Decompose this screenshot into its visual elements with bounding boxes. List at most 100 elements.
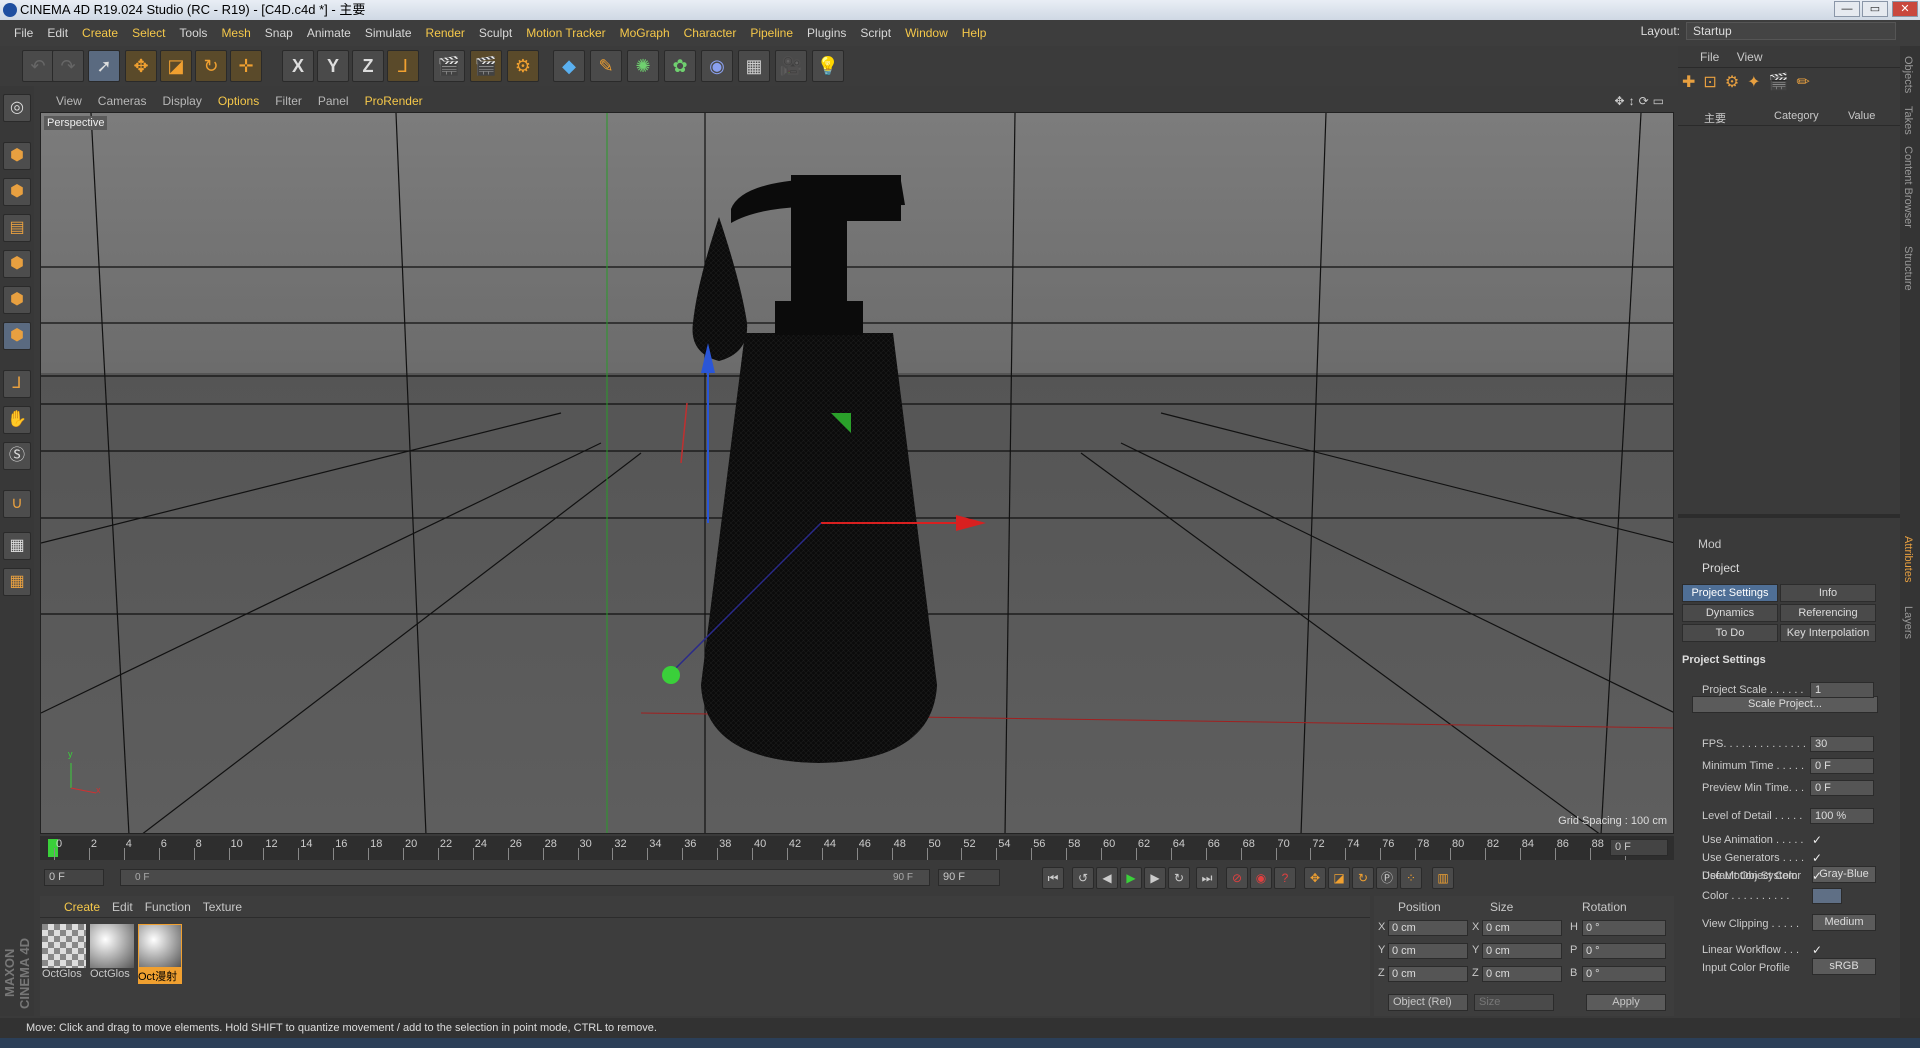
viewport-menu-display[interactable]: Display <box>154 90 209 112</box>
coord-pos-field[interactable]: 0 cm <box>1388 920 1468 936</box>
close-button[interactable]: ✕ <box>1892 1 1918 17</box>
z-axis-lock-icon[interactable]: Z <box>352 50 384 82</box>
previous-key-icon[interactable]: ↺ <box>1072 867 1094 889</box>
pen-spline-icon[interactable]: ✎ <box>590 50 622 82</box>
y-axis-lock-icon[interactable]: Y <box>317 50 349 82</box>
viewport-nav-icons[interactable]: ✥↕⟳▭ <box>1615 90 1668 112</box>
attr-tab-info[interactable]: Info <box>1780 584 1876 602</box>
material-item[interactable]: OctGlos <box>90 924 134 984</box>
key-scale-icon[interactable]: ◪ <box>1328 867 1350 889</box>
menu-file[interactable]: File <box>7 20 40 46</box>
coord-pos-field[interactable]: 0 cm <box>1388 943 1468 959</box>
cube-icon[interactable]: ◆ <box>553 50 585 82</box>
edges-mode-icon[interactable]: ⬢ <box>3 286 31 314</box>
material-menu-edit[interactable]: Edit <box>106 896 139 918</box>
light-icon[interactable]: 💡 <box>812 50 844 82</box>
attr-checkbox[interactable]: ✓ <box>1812 868 1822 884</box>
timeline-window-icon[interactable]: ▥ <box>1432 867 1454 889</box>
move-tool-icon[interactable]: ✥ <box>125 50 157 82</box>
solo-mode-icon[interactable]: Ⓢ <box>3 442 31 470</box>
tweak-mode-icon[interactable]: ✋ <box>3 406 31 434</box>
transform-tool-icon[interactable]: ✛ <box>230 50 262 82</box>
coord-size-field[interactable]: 0 cm <box>1482 966 1562 982</box>
cloner-icon[interactable]: ✿ <box>664 50 696 82</box>
viewport-menu-filter[interactable]: Filter <box>267 90 310 112</box>
color-swatch[interactable] <box>1812 888 1842 904</box>
next-frame-icon[interactable]: ▶ <box>1144 867 1166 889</box>
play-icon[interactable]: ▶ <box>1120 867 1142 889</box>
redo-icon[interactable]: ↷ <box>52 50 84 82</box>
objects-toolbar-icons[interactable]: ✚⊡⚙✦🎬✏ <box>1682 72 1896 102</box>
tab-content-browser[interactable]: Content Browser <box>1902 146 1914 228</box>
menu-simulate[interactable]: Simulate <box>358 20 419 46</box>
end-frame-field[interactable]: 90 F <box>938 869 1000 886</box>
model-mode-icon[interactable]: ⬢ <box>3 142 31 170</box>
attributes-menu[interactable]: Mod <box>1678 534 1900 554</box>
next-key-icon[interactable]: ↻ <box>1168 867 1190 889</box>
viewport-menu-cameras[interactable]: Cameras <box>90 90 155 112</box>
menu-edit[interactable]: Edit <box>40 20 75 46</box>
objects-menu-view[interactable]: View <box>1723 50 1763 64</box>
menu-render[interactable]: Render <box>419 20 472 46</box>
menu-sculpt[interactable]: Sculpt <box>472 20 519 46</box>
x-axis-lock-icon[interactable]: X <box>282 50 314 82</box>
attr-tab-dynamics[interactable]: Dynamics <box>1682 604 1778 622</box>
objects-menu-file[interactable]: File <box>1678 50 1719 64</box>
scale-tool-icon[interactable]: ◪ <box>160 50 192 82</box>
menu-create[interactable]: Create <box>75 20 125 46</box>
polygons-mode-icon[interactable]: ⬢ <box>3 322 31 350</box>
coord-size-mode-select[interactable]: Size <box>1474 994 1554 1011</box>
start-frame-field[interactable]: 0 F <box>44 869 104 886</box>
tab-attributes[interactable]: Attributes <box>1902 536 1914 582</box>
attr-checkbox[interactable]: ✓ <box>1812 832 1822 848</box>
layout-select[interactable]: Startup <box>1686 22 1896 40</box>
coordinate-system-icon[interactable]: ⅃ <box>387 50 419 82</box>
object-root-name[interactable]: 主要 <box>1704 110 1726 126</box>
viewport-menu-panel[interactable]: Panel <box>310 90 357 112</box>
coord-rot-field[interactable]: 0 ° <box>1582 920 1666 936</box>
scale-project-button[interactable]: Scale Project... <box>1692 696 1878 713</box>
menu-pipeline[interactable]: Pipeline <box>743 20 800 46</box>
material-item[interactable]: Oct漫射 <box>138 924 182 984</box>
menu-snap[interactable]: Snap <box>258 20 300 46</box>
attr-row-field[interactable]: 0 F <box>1810 758 1874 774</box>
render-settings-icon[interactable]: ⚙ <box>507 50 539 82</box>
maximize-button[interactable]: ▭ <box>1862 1 1888 17</box>
tab-objects[interactable]: Objects <box>1902 56 1914 93</box>
render-picture-viewer-icon[interactable]: 🎬 <box>470 50 502 82</box>
linear-workflow-checkbox[interactable]: ✓ <box>1812 942 1822 958</box>
key-parameter-icon[interactable]: Ⓟ <box>1376 867 1398 889</box>
coord-apply-button[interactable]: Apply <box>1586 994 1666 1011</box>
menu-help[interactable]: Help <box>955 20 994 46</box>
menu-window[interactable]: Window <box>898 20 955 46</box>
attr-tab-project-settings[interactable]: Project Settings <box>1682 584 1778 602</box>
workplane-lock-icon[interactable]: ▦ <box>3 532 31 560</box>
snap-icon[interactable]: ∪ <box>3 490 31 518</box>
undo-icon[interactable]: ↶ <box>22 50 54 82</box>
perspective-viewport[interactable]: y x Perspective Grid Spacing : 100 cm <box>40 112 1674 834</box>
select-tool-icon[interactable]: ➚ <box>88 50 120 82</box>
rotate-tool-icon[interactable]: ↻ <box>195 50 227 82</box>
key-position-icon[interactable]: ✥ <box>1304 867 1326 889</box>
menu-plugins[interactable]: Plugins <box>800 20 853 46</box>
attr-row-field[interactable]: 0 F <box>1810 780 1874 796</box>
coord-rot-field[interactable]: 0 ° <box>1582 943 1666 959</box>
previous-frame-icon[interactable]: ◀ <box>1096 867 1118 889</box>
coord-mode-select[interactable]: Object (Rel) <box>1388 994 1468 1011</box>
menu-tools[interactable]: Tools <box>172 20 214 46</box>
menu-script[interactable]: Script <box>853 20 898 46</box>
floor-icon[interactable]: ▦ <box>738 50 770 82</box>
keyframe-selection-icon[interactable]: ? <box>1274 867 1296 889</box>
menu-mograph[interactable]: MoGraph <box>613 20 677 46</box>
deformer-icon[interactable]: ◉ <box>701 50 733 82</box>
material-menu-create[interactable]: Create <box>58 896 106 918</box>
attr-tab-referencing[interactable]: Referencing <box>1780 604 1876 622</box>
viewport-menu-prorender[interactable]: ProRender <box>357 90 431 112</box>
coord-size-field[interactable]: 0 cm <box>1482 920 1562 936</box>
material-menu-function[interactable]: Function <box>139 896 197 918</box>
input-color-profile-select[interactable]: sRGB <box>1812 958 1876 975</box>
coord-pos-field[interactable]: 0 cm <box>1388 966 1468 982</box>
subdivision-icon[interactable]: ✺ <box>627 50 659 82</box>
attr-row-field[interactable]: 30 <box>1810 736 1874 752</box>
menu-motion-tracker[interactable]: Motion Tracker <box>519 20 612 46</box>
